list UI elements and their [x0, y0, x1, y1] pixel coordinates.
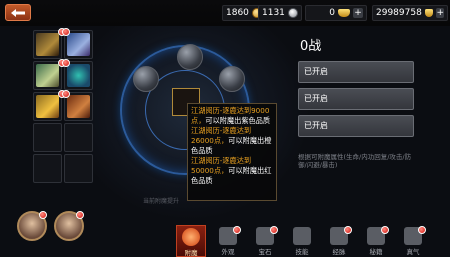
tab-appearance[interactable]: 外观: [213, 225, 243, 257]
enchant-description: 根据可附魔属性(生命/内功回复/攻击/防御/闪避/暴击): [298, 153, 412, 169]
equip-slot[interactable]: [33, 28, 66, 59]
empty-slot[interactable]: [33, 123, 62, 152]
tab-enchant[interactable]: 附魔: [176, 225, 206, 257]
skill-icon: [293, 227, 311, 245]
notify-dot: [62, 59, 70, 67]
copper-amount: 29989758: [376, 8, 422, 18]
sword-icon: [36, 33, 59, 56]
boots-icon: [67, 95, 90, 118]
ring-icon: [67, 64, 90, 87]
empty-slot[interactable]: [64, 154, 93, 183]
enchant-orb-top[interactable]: [177, 44, 203, 70]
tab-label: 技能: [295, 248, 309, 256]
power-label: 0战: [300, 39, 322, 54]
equip-slot[interactable]: [33, 59, 66, 90]
notify-dot: [344, 226, 352, 234]
enchant-option-button[interactable]: 已开启: [298, 61, 414, 83]
equip-slot[interactable]: [62, 59, 93, 90]
game-screen: 1860 1131 0 + 29989758 + 当前附魔提升 江湖阅历-逐鹿达…: [0, 0, 450, 257]
enchant-orb-left[interactable]: [133, 66, 159, 92]
copper-counter: 29989758 +: [372, 5, 448, 21]
equip-slot[interactable]: [62, 28, 93, 59]
notify-dot: [418, 226, 426, 234]
copper-icon: [424, 9, 434, 17]
notify-dot: [39, 211, 47, 219]
ingot-amount: 0: [329, 8, 335, 18]
tab-label: 经脉: [332, 248, 346, 256]
armor-icon: [36, 64, 59, 87]
notify-dot: [62, 28, 70, 36]
gold-amount: 1860: [226, 8, 249, 18]
empty-slot[interactable]: [64, 123, 93, 152]
equip-slot[interactable]: [33, 90, 66, 121]
enchant-option-button[interactable]: 已开启: [298, 115, 414, 137]
ingot-counter: 0 +: [305, 5, 367, 21]
tab-label: 外观: [221, 248, 235, 256]
tab-label: 真气: [406, 248, 420, 256]
ingot-icon: [338, 9, 350, 17]
enchant-icon: [182, 228, 200, 246]
back-button[interactable]: [5, 4, 31, 21]
tab-manual[interactable]: 秘籍: [361, 225, 391, 257]
character-avatar[interactable]: [54, 211, 84, 241]
quality-tooltip: 江湖阅历-逐鹿达到9000点，可以附魔出紫色品质 江湖阅历-逐鹿达到26000点…: [187, 103, 277, 201]
tab-skill[interactable]: 技能: [287, 225, 317, 257]
tab-meridian[interactable]: 经脉: [324, 225, 354, 257]
silver-amount: 1131: [262, 8, 285, 18]
top-bar: 1860 1131 0 + 29989758 +: [0, 0, 450, 26]
add-copper-icon[interactable]: +: [436, 8, 444, 18]
center-hint: 当前附魔提升: [143, 198, 180, 205]
enchant-orb-right[interactable]: [219, 66, 245, 92]
robe-icon: [67, 33, 90, 56]
tip-body: 可以附魔出紫色品质: [205, 116, 271, 125]
notify-dot: [270, 226, 278, 234]
add-ingot-icon[interactable]: +: [353, 8, 363, 18]
notify-dot: [76, 211, 84, 219]
notify-dot: [233, 226, 241, 234]
tab-label: 宝石: [258, 248, 272, 256]
silver-counter: 1131: [258, 5, 302, 21]
belt-icon: [36, 95, 59, 118]
silver-coin-icon: [287, 8, 298, 18]
enchant-option-button[interactable]: 已开启: [298, 88, 414, 110]
tab-label: 秘籍: [369, 248, 383, 256]
equip-slot[interactable]: [62, 90, 93, 121]
back-arrow-icon: [11, 8, 25, 17]
tab-qi[interactable]: 真气: [398, 225, 428, 257]
notify-dot: [62, 90, 70, 98]
tab-label: 附魔: [184, 249, 198, 257]
empty-slot[interactable]: [33, 154, 62, 183]
character-avatar[interactable]: [17, 211, 47, 241]
notify-dot: [381, 226, 389, 234]
tab-gem[interactable]: 宝石: [250, 225, 280, 257]
